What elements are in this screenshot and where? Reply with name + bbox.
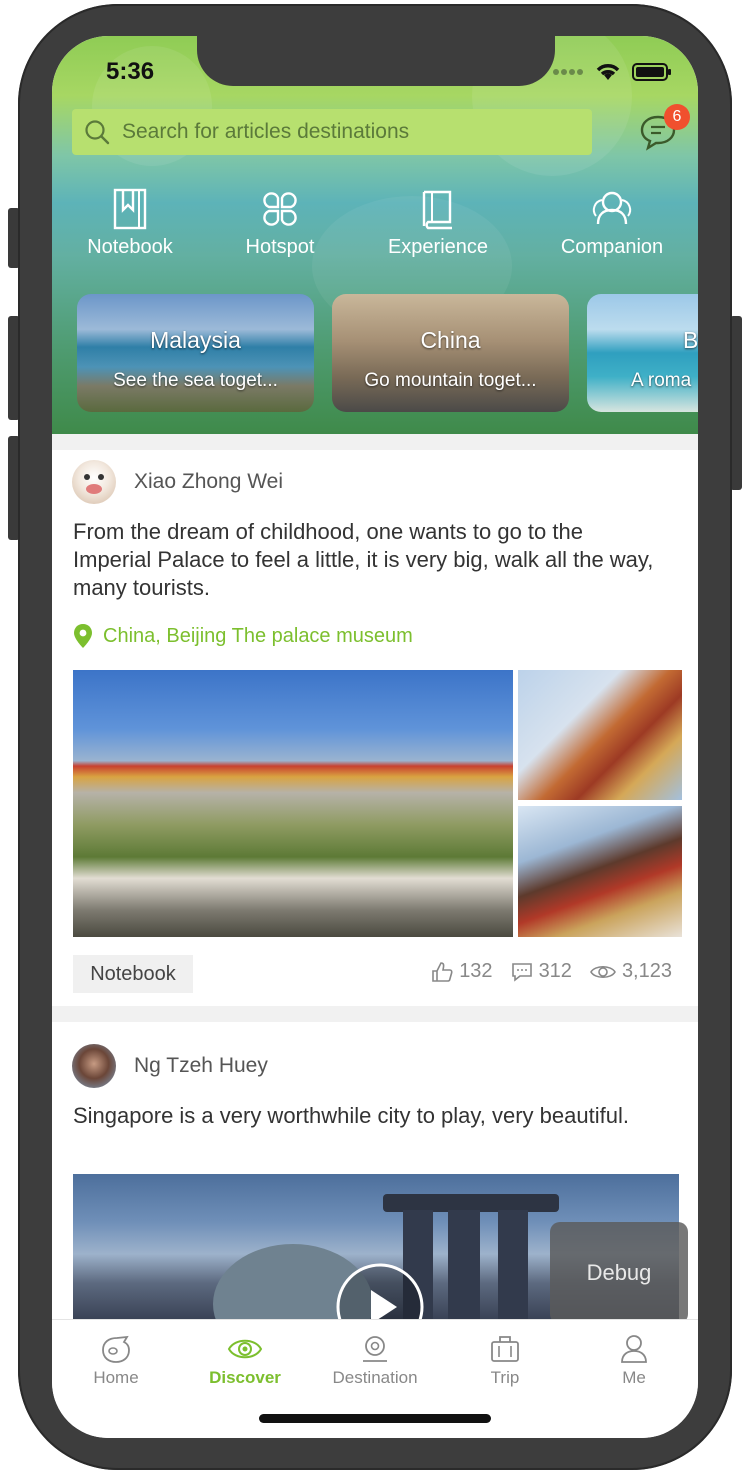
category-label: Companion [560, 236, 664, 258]
destination-title: B [683, 327, 698, 353]
post-stats: 132 312 3,123 [431, 960, 672, 983]
people-icon [592, 191, 632, 225]
device-notch [197, 36, 555, 86]
person-icon [621, 1335, 647, 1363]
message-badge: 6 [664, 104, 690, 130]
category-companion[interactable]: Companion [542, 188, 682, 259]
post-image-side-top[interactable] [518, 670, 682, 800]
section-divider [52, 1006, 698, 1022]
category-label: Hotspot [245, 236, 315, 258]
comment-icon [511, 962, 532, 982]
wifi-icon [596, 64, 620, 80]
destination-card-china[interactable]: China Go mountain toget... [332, 294, 569, 412]
post-category-tag[interactable]: Notebook [73, 955, 193, 993]
post-text: From the dream of childhood, one wants t… [73, 519, 654, 600]
feed-post[interactable]: Xiao Zhong Wei From the dream of childho… [52, 450, 698, 1010]
eye-icon [590, 965, 616, 978]
eye-icon [227, 1339, 263, 1359]
post-location[interactable]: China, Beijing The palace museum [73, 623, 413, 649]
destination-card-malaysia[interactable]: Malaysia See the sea toget... [77, 294, 314, 412]
post-image-side-bottom[interactable] [518, 806, 682, 937]
category-label: Experience [387, 236, 489, 258]
category-notebook[interactable]: Notebook [60, 188, 200, 259]
location-pin-icon [74, 624, 92, 648]
search-placeholder: Search for articles destinations [122, 120, 410, 143]
tab-label: Destination [332, 1368, 418, 1387]
location-label: China, Beijing The palace museum [103, 624, 413, 647]
comment-stat[interactable]: 312 [511, 960, 572, 983]
destination-subtitle: Go mountain toget... [364, 370, 537, 391]
tab-label: Discover [209, 1368, 281, 1387]
cellular-signal-icon [553, 69, 583, 75]
tab-trip[interactable]: Trip [445, 1334, 565, 1388]
suitcase-icon [491, 1336, 519, 1362]
post-author[interactable]: Xiao Zhong Wei [134, 470, 283, 494]
tab-me[interactable]: Me [574, 1334, 694, 1388]
like-stat[interactable]: 132 [431, 960, 493, 983]
thumbs-up-icon [432, 961, 453, 982]
status-icons [552, 62, 672, 82]
view-count: 3,123 [621, 960, 672, 982]
avatar-face-icon [84, 474, 104, 494]
destination-title: China [420, 327, 481, 353]
category-hotspot[interactable]: Hotspot [210, 188, 350, 259]
destination-carousel[interactable]: Malaysia See the sea toget... China Go m… [77, 294, 698, 412]
home-icon [102, 1335, 130, 1363]
app-screen: 5:36 Search for articles destinations 6 [52, 36, 698, 1438]
avatar[interactable] [72, 460, 116, 504]
bookmark-book-icon [113, 188, 147, 230]
view-stat: 3,123 [590, 960, 672, 983]
post-image-main[interactable] [73, 670, 513, 937]
like-count: 132 [459, 960, 493, 982]
tower-shape [498, 1210, 528, 1320]
category-label: Notebook [87, 236, 173, 258]
tab-label: Home [93, 1368, 139, 1387]
avatar[interactable] [72, 1044, 116, 1088]
section-divider [52, 434, 698, 450]
destination-subtitle: A roma [631, 370, 692, 391]
post-author[interactable]: Ng Tzeh Huey [134, 1054, 268, 1078]
destination-card-third[interactable]: B A roma [587, 294, 698, 412]
comment-count: 312 [538, 960, 572, 982]
location-pin-icon [363, 1336, 387, 1362]
category-row: Notebook Hotspot Experience Companion [52, 188, 698, 272]
destination-subtitle: See the sea toget... [113, 370, 278, 391]
tab-label: Trip [490, 1368, 520, 1387]
search-bar[interactable]: Search for articles destinations [72, 109, 592, 155]
tab-destination[interactable]: Destination [315, 1334, 435, 1388]
post-text: Singapore is a very worthwhile city to p… [73, 1103, 629, 1128]
category-experience[interactable]: Experience [368, 188, 508, 259]
tab-discover[interactable]: Discover [185, 1334, 305, 1388]
home-indicator[interactable] [259, 1414, 491, 1423]
tower-shape [448, 1210, 480, 1320]
destination-title: Malaysia [150, 327, 241, 353]
tab-home[interactable]: Home [56, 1334, 176, 1388]
book-icon [422, 190, 452, 230]
status-time: 5:36 [106, 58, 155, 85]
search-icon [85, 120, 110, 145]
tab-label: Me [622, 1368, 646, 1387]
clover-icon [263, 192, 297, 226]
battery-icon [632, 63, 671, 81]
debug-button[interactable]: Debug [550, 1222, 688, 1324]
